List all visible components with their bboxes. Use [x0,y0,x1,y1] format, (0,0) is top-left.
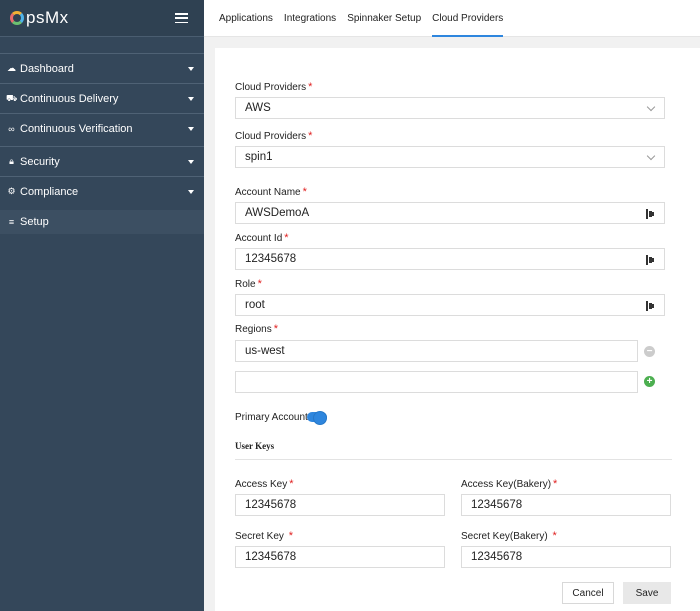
access-key-input[interactable]: 12345678 [235,494,445,516]
sidebar-item-label: Continuous Verification [20,122,133,135]
remove-region-icon[interactable]: − [644,346,655,357]
user-keys-title: User Keys [235,441,275,451]
caret-down-icon [188,96,194,101]
sidebar: psMx ☁ Dashboard ⛟ Continuous Delivery ∞ Co… [0,0,204,611]
account-name-label: Account Name * [235,186,307,198]
cloud-provider-account-select[interactable]: spin1 [235,146,665,168]
access-key-label: Access Key * [235,478,294,490]
access-key-bakery-label: Access Key(Bakery) * [461,478,558,490]
cloud-icon: ☁ [7,63,16,73]
sidebar-item-label: Continuous Delivery [20,92,119,105]
add-region-icon[interactable]: + [644,376,655,387]
hamburger-menu-icon[interactable] [175,13,188,23]
glasses-icon: ∞ [8,123,15,134]
access-key-bakery-input[interactable]: 12345678 [461,494,671,516]
key-manager-icon[interactable] [646,301,654,311]
account-id-label: Account Id * [235,232,289,244]
sidebar-item-label: Setup [20,216,49,228]
primary-account-label: Primary Account [235,412,308,423]
sidebar-item-label: Security [20,155,60,168]
truck-icon: ⛟ [6,92,18,103]
sidebar-item-dashboard[interactable]: ☁ Dashboard [0,53,204,83]
caret-down-icon [188,159,194,164]
cloud-provider-select[interactable]: AWS [235,97,665,119]
key-manager-icon[interactable] [646,209,654,219]
caret-down-icon [188,126,194,131]
role-label: Role * [235,278,262,290]
new-region-input[interactable] [235,371,638,393]
key-manager-icon[interactable] [646,255,654,265]
section-divider [235,459,672,460]
cloud-providers-label-2: Cloud Providers * [235,130,313,142]
brand-bar: psMx [0,0,204,37]
account-id-input[interactable]: 12345678 [235,248,665,270]
sidebar-item-label: Compliance [20,185,79,198]
tab-integrations[interactable]: Integrations [284,0,336,37]
sidebar-nav: ☁ Dashboard ⛟ Continuous Delivery ∞ Continu… [0,53,204,234]
list-icon: ≡ [8,217,15,227]
save-button[interactable]: Save [623,582,671,604]
region-input[interactable]: us-west [235,340,638,362]
secret-key-bakery-label: Secret Key(Bakery) * [461,530,557,542]
chevron-down-icon [646,151,656,161]
chevron-down-icon [646,102,656,112]
secret-key-input[interactable]: 12345678 [235,546,445,568]
cancel-button[interactable]: Cancel [562,582,614,604]
sidebar-item-setup[interactable]: ≡ Setup [0,210,204,234]
sidebar-item-compliance[interactable]: ⚙ Compliance [0,176,204,206]
tab-spinnaker-setup[interactable]: Spinnaker Setup [347,0,421,37]
caret-down-icon [188,66,194,71]
tab-applications[interactable]: Applications [219,0,273,37]
tab-cloud-providers[interactable]: Cloud Providers [432,0,504,37]
opsmx-logo[interactable]: psMx [10,8,69,28]
caret-down-icon [188,189,194,194]
sidebar-item-continuous-verification[interactable]: ∞ Continuous Verification [0,113,204,143]
account-name-input[interactable]: AWSDemoA [235,202,665,224]
regions-label: Regions * [235,323,278,335]
primary-account-toggle[interactable] [307,411,327,425]
logo-ring-icon [10,11,24,25]
sidebar-item-label: Dashboard [20,62,74,75]
secret-key-label: Secret Key * [235,530,293,542]
top-tabs: Applications Integrations Spinnaker Setu… [204,0,700,37]
sidebar-item-security[interactable]: 🔒︎ Security [0,146,204,176]
role-input[interactable]: root [235,294,665,316]
lock-icon: 🔒︎ [9,156,14,166]
gear-icon: ⚙ [7,186,16,196]
secret-key-bakery-input[interactable]: 12345678 [461,546,671,568]
sidebar-item-continuous-delivery[interactable]: ⛟ Continuous Delivery [0,83,204,113]
logo-text: psMx [26,8,69,27]
cloud-providers-label: Cloud Providers * [235,81,313,93]
